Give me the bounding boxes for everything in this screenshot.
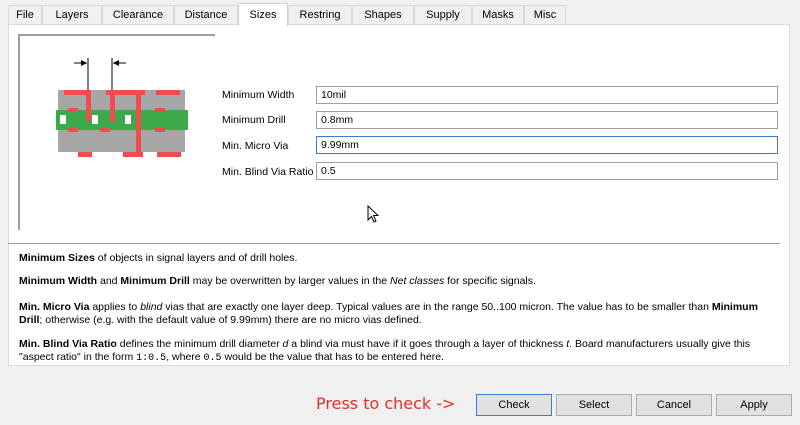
tab-shapes[interactable]: Shapes <box>352 5 414 24</box>
tab-layers[interactable]: Layers <box>42 5 102 24</box>
check-button[interactable]: Check <box>476 394 552 416</box>
help-paragraph-1: Minimum Sizes of objects in signal layer… <box>19 252 298 264</box>
min-micro-via-label: Min. Micro Via <box>222 140 289 152</box>
minimum-drill-label: Minimum Drill <box>222 114 286 126</box>
help-separator <box>8 243 780 244</box>
apply-button[interactable]: Apply <box>716 394 792 416</box>
help-paragraph-2: Minimum Width and Minimum Drill may be o… <box>19 275 536 287</box>
tab-file[interactable]: File <box>8 5 42 24</box>
min-blind-via-ratio-label: Min. Blind Via Ratio <box>222 166 314 178</box>
min-blind-via-ratio-field[interactable]: 0.5 <box>316 162 778 180</box>
tab-distance[interactable]: Distance <box>174 5 238 24</box>
minimum-width-field[interactable]: 10mil <box>316 86 778 104</box>
tab-masks[interactable]: Masks <box>472 5 524 24</box>
mouse-cursor-icon <box>367 205 380 223</box>
minimum-drill-field[interactable]: 0.8mm <box>316 111 778 129</box>
min-micro-via-field[interactable]: 9.99mm <box>316 136 778 154</box>
picture-frame-top <box>18 34 215 36</box>
help-paragraph-4: Min. Blind Via Ratio defines the minimum… <box>19 338 751 364</box>
board-cross-section-illustration <box>56 58 188 157</box>
tab-restring[interactable]: Restring <box>288 5 352 24</box>
minimum-width-label: Minimum Width <box>222 89 295 101</box>
tab-clearance[interactable]: Clearance <box>102 5 174 24</box>
tab-supply[interactable]: Supply <box>414 5 472 24</box>
tab-sizes[interactable]: Sizes <box>238 3 288 26</box>
tab-misc[interactable]: Misc <box>524 5 566 24</box>
picture-frame-left <box>18 34 20 230</box>
select-button[interactable]: Select <box>556 394 632 416</box>
help-paragraph-3: Min. Micro Via applies to blind vias tha… <box>19 301 758 326</box>
press-to-check-label: Press to check -> <box>316 394 456 413</box>
cancel-button[interactable]: Cancel <box>636 394 712 416</box>
